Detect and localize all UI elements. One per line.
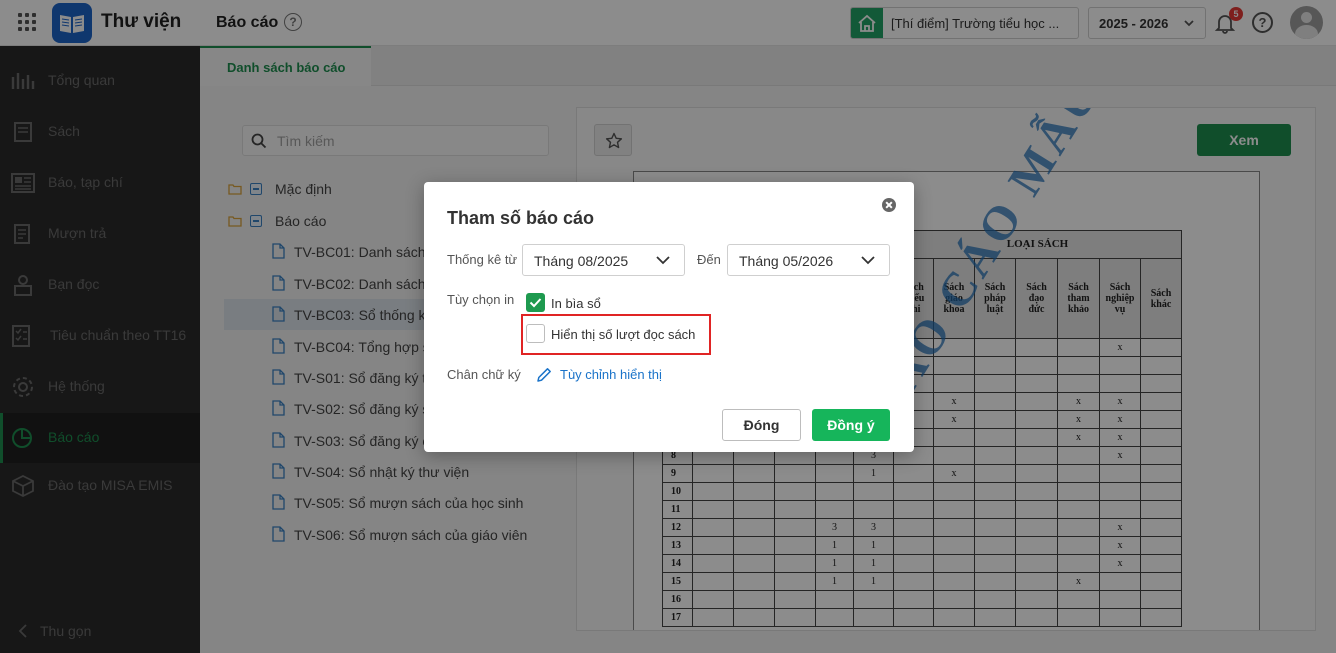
print-options-label: Tùy chọn in xyxy=(447,292,515,307)
print-cover-label: In bìa sổ xyxy=(551,296,601,311)
show-read-count-label: Hiển thị số lượt đọc sách xyxy=(551,327,696,342)
close-icon[interactable] xyxy=(882,198,896,212)
from-month-value: Tháng 08/2025 xyxy=(534,253,629,269)
chevron-down-icon xyxy=(656,256,670,265)
to-month-select[interactable]: Tháng 05/2026 xyxy=(727,244,890,276)
to-month-value: Tháng 05/2026 xyxy=(739,253,834,269)
show-read-count-checkbox[interactable] xyxy=(526,324,545,343)
check-icon xyxy=(529,298,542,308)
report-params-dialog: Tham số báo cáo Thống kê từ Tháng 08/202… xyxy=(424,182,914,452)
confirm-button[interactable]: Đồng ý xyxy=(812,409,890,441)
dialog-title: Tham số báo cáo xyxy=(447,208,595,228)
signature-label: Chân chữ ký xyxy=(447,367,521,382)
from-month-select[interactable]: Tháng 08/2025 xyxy=(522,244,685,276)
customize-display-label: Tùy chỉnh hiển thị xyxy=(560,367,662,382)
from-label: Thống kê từ xyxy=(447,252,518,267)
pencil-icon xyxy=(537,368,551,382)
close-button[interactable]: Đóng xyxy=(722,409,801,441)
chevron-down-icon xyxy=(861,256,875,265)
print-cover-checkbox[interactable] xyxy=(526,293,545,312)
to-label: Đến xyxy=(697,252,721,267)
